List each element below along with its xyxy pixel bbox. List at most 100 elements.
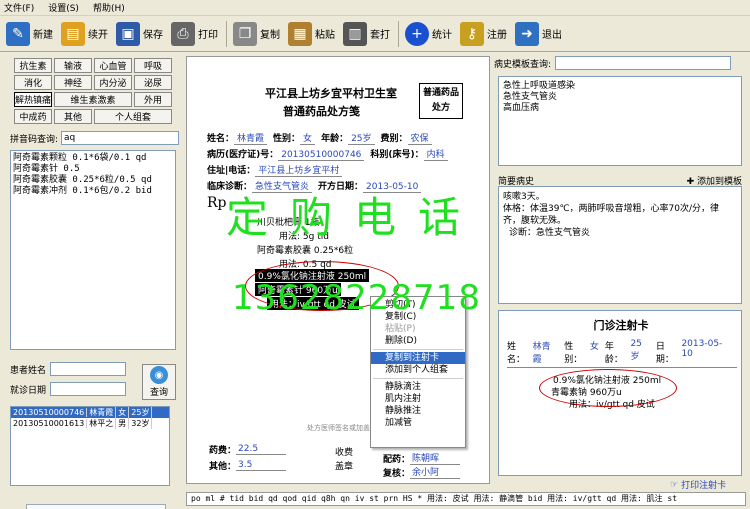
menu-item-add-personal-set[interactable]: 添加到个人组套 — [371, 364, 465, 376]
tab-analgesic[interactable]: 解热镇痛 — [14, 92, 52, 107]
rx-fee-type[interactable]: 农保 — [407, 131, 432, 145]
copy-icon: ❐ — [233, 21, 257, 46]
tab-digestive[interactable]: 消化 — [14, 75, 52, 90]
rx-record-row: 病历(医疗证)号： 20130510000746 科别(床号)： 内科 — [207, 147, 454, 161]
tab-infusion[interactable]: 输液 — [54, 58, 92, 73]
drug-fee[interactable]: 22.5 — [236, 444, 287, 455]
print-card-button[interactable]: ☞ 打印注射卡 — [670, 478, 726, 492]
other-fee-row: 其他： 3.5 — [209, 459, 287, 472]
menu-file[interactable]: 文件(F) — [4, 1, 34, 14]
patient-name-input[interactable] — [50, 362, 127, 376]
query-button[interactable]: ◉ 查询 — [142, 364, 176, 400]
injection-card: 门诊注射卡 姓名： 林青霞 性别：女 年龄： 25岁 日期： 2013-05-10 0… — [498, 310, 742, 476]
menu-item-im[interactable]: 肌内注射 — [371, 393, 465, 405]
print-button[interactable]: ⎙ 打印 — [171, 19, 218, 49]
toolbar-separator — [226, 20, 227, 47]
rx-name[interactable]: 林青霞 — [234, 131, 268, 145]
menu-item-delete[interactable]: 删除(D) — [371, 335, 465, 347]
tab-endocrine[interactable]: 内分泌 — [94, 75, 132, 90]
rx-address[interactable]: 平江县上坊乡宜平村 — [255, 163, 343, 177]
visit-date-input[interactable] — [50, 382, 127, 396]
ime-toolbar[interactable]: 万 中 ☽ °, ⌨ ▾ — [26, 504, 166, 509]
list-item[interactable]: 阿奇霉素颗粒 0.1*6袋/0.1 qd — [13, 153, 173, 164]
key-icon: ⚷ — [460, 21, 484, 46]
copy-button[interactable]: ❐ 复制 — [233, 19, 280, 49]
statistics-button[interactable]: + 统计 — [405, 19, 452, 49]
plus-circle-icon: + — [405, 21, 429, 46]
patient-search: 患者姓名 就诊日期 ◉ 查询 — [10, 362, 176, 402]
table-row[interactable]: 20130510000746 林青霞女 25岁 — [11, 407, 169, 418]
context-menu: 剪切(T) 复制(C) 粘贴(P) 删除(D) 复制到注射卡 添加到个人组套 静… — [370, 296, 466, 448]
save-icon: ▣ — [116, 21, 140, 46]
patient-list[interactable]: 20130510000746 林青霞女 25岁 20130510001613 林平之男… — [10, 406, 170, 486]
template-search-input[interactable] — [555, 56, 732, 70]
watermark-text: 定购电话 — [226, 193, 483, 242]
list-item[interactable]: 阿奇霉素针 0.5 — [13, 164, 173, 175]
tab-neuro[interactable]: 神经 — [54, 75, 92, 90]
tab-urology[interactable]: 泌尿 — [134, 75, 172, 90]
check-row: 复核： 余小阿 — [383, 465, 461, 479]
other-fee[interactable]: 3.5 — [236, 460, 287, 471]
history-textarea[interactable]: 咳嗽3天。 体格：体温39℃，两肺呼吸音增粗，心率70次/分，律齐，腹软无殊。 … — [498, 186, 742, 304]
hand-pointer-icon: ☞ — [670, 479, 679, 490]
clinic-title: 平江县上坊乡宜平村卫生室 — [265, 87, 397, 100]
tab-antibiotics[interactable]: 抗生素 — [14, 58, 52, 73]
tab-personal-set[interactable]: 个人组套 — [94, 109, 172, 124]
tab-tcm[interactable]: 中成药 — [14, 109, 52, 124]
register-button[interactable]: ⚷ 注册 — [460, 19, 507, 49]
paste-button[interactable]: ▦ 粘贴 — [288, 19, 335, 49]
paste-icon: ▦ — [288, 21, 312, 46]
template-print-icon: ▥ — [343, 21, 367, 46]
rx-dept[interactable]: 内科 — [423, 147, 448, 161]
pinyin-label: 拼音码查询: — [10, 134, 59, 145]
check-name[interactable]: 余小阿 — [410, 465, 461, 479]
table-row[interactable]: 20130510001613 林平之男 32岁 — [11, 418, 169, 429]
category-tabs: 抗生素 输液 心血管 呼吸 消化 神经 内分泌 泌尿 解热镇痛 维生素激素 外用… — [14, 58, 174, 124]
menu-settings[interactable]: 设置(S) — [48, 1, 79, 14]
card-patient-row: 姓名： 林青霞 性别：女 年龄： 25岁 日期： 2013-05-10 — [507, 339, 737, 368]
menu-help[interactable]: 帮助(H) — [93, 1, 125, 14]
rx-sex[interactable]: 女 — [300, 131, 316, 145]
continue-button[interactable]: ▤ 续开 — [61, 19, 108, 49]
menu-item-paste[interactable]: 粘贴(P) — [371, 323, 465, 335]
template-list[interactable]: 急性上呼吸道感染 急性支气管炎 高血压病 — [498, 76, 742, 166]
template-print-button[interactable]: ▥ 套打 — [343, 19, 390, 49]
quick-phrase-bar[interactable]: po ml # tid bid qd qod qid q8h qn iv st … — [186, 492, 746, 506]
save-button[interactable]: ▣ 保存 — [116, 19, 163, 49]
menu-item-add-tube[interactable]: 加减管 — [371, 417, 465, 429]
list-item[interactable]: 阿奇霉素胶囊 0.25*6粒/0.5 qd — [13, 175, 173, 186]
dispense-row: 配药： 陈朝晖 — [383, 451, 461, 465]
menu-item-iv-drip[interactable]: 静脉滴注 — [371, 381, 465, 393]
rp-symbol: Rp — [207, 195, 227, 211]
prescription-subtitle: 普通药品处方笺 — [283, 105, 360, 118]
menu-item-iv-push[interactable]: 静脉推注 — [371, 405, 465, 417]
highlight-ellipse — [539, 369, 677, 407]
watermark-phone: 13628228718 — [232, 278, 481, 318]
toolbar: ✎ 新建 ▤ 续开 ▣ 保存 ⎙ 打印 ❐ 复制 ▦ 粘贴 ▥ 套打 + 统计 ⚷ 注册 ➜ 退出 — [0, 16, 750, 52]
drug-list[interactable]: 阿奇霉素颗粒 0.1*6袋/0.1 qd 阿奇霉素针 0.5 阿奇霉素胶囊 0.… — [10, 150, 176, 350]
right-panel: 病史模板查询: 急性上呼吸道感染 急性支气管炎 高血压病 简要病史 ✚ 添加到模… — [494, 56, 746, 491]
left-panel: 抗生素 输液 心血管 呼吸 消化 神经 内分泌 泌尿 解热镇痛 维生素激素 外用… — [6, 56, 180, 509]
rx-address-row: 住址|电话： 平江县上坊乡宜平村 — [207, 163, 348, 177]
exit-button[interactable]: ➜ 退出 — [515, 19, 562, 49]
new-button[interactable]: ✎ 新建 — [6, 19, 53, 49]
menu-item-copy-to-card[interactable]: 复制到注射卡 — [371, 352, 465, 364]
list-item[interactable]: 急性上呼吸道感染 — [503, 81, 737, 92]
tab-cardio[interactable]: 心血管 — [94, 58, 132, 73]
list-item[interactable]: 阿奇霉素冲剂 0.1*6包/0.2 bid — [13, 186, 173, 197]
globe-icon: ◉ — [150, 366, 168, 384]
printer-icon: ⎙ — [171, 21, 195, 46]
rx-patient-row: 姓名： 林青霞 性别：女 年龄： 25岁 费别： 农保 — [207, 131, 438, 145]
rx-age[interactable]: 25岁 — [348, 131, 375, 145]
exit-icon: ➜ — [515, 21, 539, 46]
tab-external[interactable]: 外用 — [134, 92, 172, 107]
dispense-name[interactable]: 陈朝晖 — [410, 451, 461, 465]
tab-vitamin-hormone[interactable]: 维生素激素 — [54, 92, 132, 107]
list-item[interactable]: 急性支气管炎 — [503, 92, 737, 103]
pinyin-input[interactable] — [61, 131, 180, 145]
list-item[interactable]: 高血压病 — [503, 103, 737, 114]
rx-record[interactable]: 20130510000746 — [278, 150, 365, 161]
tab-other[interactable]: 其他 — [54, 109, 92, 124]
menu-separator — [373, 378, 463, 379]
tab-respiratory[interactable]: 呼吸 — [134, 58, 172, 73]
